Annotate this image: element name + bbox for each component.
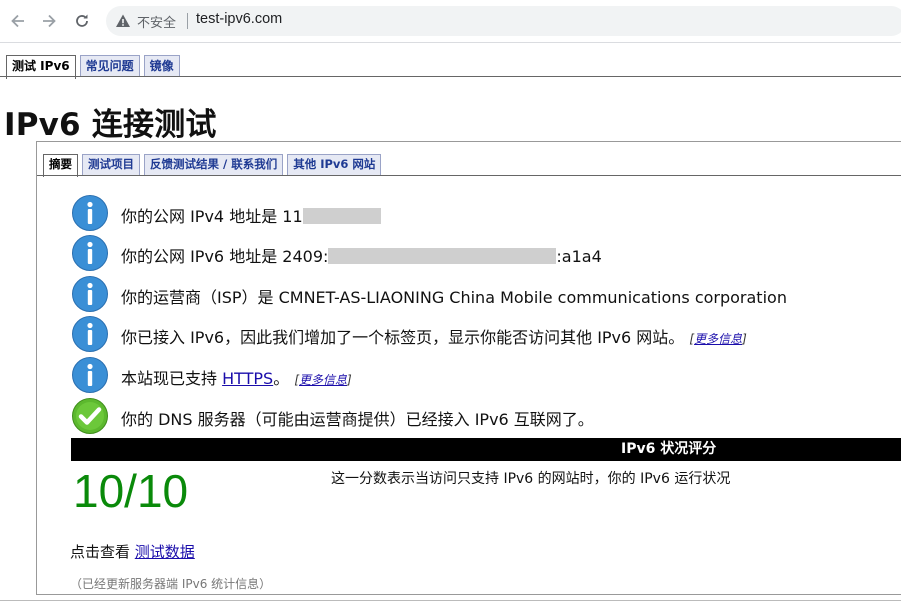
tab-feedback[interactable]: 反馈测试结果 / 联系我们 [144,154,284,175]
ipv6-text: 你的公网 IPv6 地址是 2409: :a1a4 [121,243,602,267]
test-data-link[interactable]: 测试数据 [135,543,195,561]
tab-other-sites[interactable]: 其他 IPv6 网站 [287,154,382,175]
info-icon [72,316,108,352]
ipv4-text: 你的公网 IPv4 地址是 11 [121,203,381,227]
ipv6-value-end: :a1a4 [556,247,602,266]
forward-button[interactable] [38,10,60,32]
test-data-row: 点击查看 测试数据 [70,541,195,562]
reload-icon [76,14,88,27]
reload-button[interactable] [71,10,93,32]
tab-mirrors[interactable]: 镜像 [143,55,180,77]
result-ipv6-tab: 你已接入 IPv6，因此我们增加了一个标签页，显示你能否访问其他 IPv6 网站… [71,315,901,355]
check-icon [72,398,108,434]
bracket: ] [347,373,352,387]
result-ipv4: 你的公网 IPv4 地址是 11 [71,194,901,234]
score-value: 10/10 [73,465,189,517]
result-ipv6: 你的公网 IPv6 地址是 2409: :a1a4 [71,234,901,274]
page-title: IPv6 连接测试 [4,107,217,143]
separator [187,13,188,29]
dns-text: 你的 DNS 服务器（可能由运营商提供）已经接入 IPv6 互联网了。 [121,410,594,429]
security-label[interactable]: 不安全 [137,12,176,31]
result-https: 本站现已支持 HTTPS。 [更多信息] [71,356,901,396]
more-info-link[interactable]: 更多信息 [299,373,347,387]
forward-arrow-icon [43,14,56,28]
results-panel: 摘要 测试项目 反馈测试结果 / 联系我们 其他 IPv6 网站 你的公网 IP… [36,141,901,595]
info-icon [72,357,108,393]
result-tabs: 摘要 测试项目 反馈测试结果 / 联系我们 其他 IPv6 网站 [43,154,382,177]
https-text: 本站现已支持 HTTPS。 [更多信息] [121,365,352,389]
https-link[interactable]: HTTPS [222,369,273,388]
back-button[interactable] [7,10,29,32]
score-header-label: IPv6 状况评分 [621,441,717,457]
isp-text: 你的运营商（ISP）是 CMNET-AS-LIAONING China Mobi… [121,288,787,307]
tab-added-message: 你已接入 IPv6，因此我们增加了一个标签页，显示你能否访问其他 IPv6 网站… [121,328,685,347]
info-icon [72,276,108,312]
redacted-block [328,248,557,264]
test-data-prefix: 点击查看 [70,543,135,561]
https-prefix: 本站现已支持 [121,369,223,388]
info-icon [72,195,108,231]
tab-added-text: 你已接入 IPv6，因此我们增加了一个标签页，显示你能否访问其他 IPv6 网站… [121,324,747,348]
bracket: ] [742,332,747,346]
more-info-link[interactable]: 更多信息 [694,332,742,346]
score-header: IPv6 状况评分 [71,438,901,461]
tab-summary[interactable]: 摘要 [43,154,78,177]
result-isp: 你的运营商（ISP）是 CMNET-AS-LIAONING China Mobi… [71,275,901,315]
ipv6-value-start: 2409: [282,247,329,266]
redacted-block [302,208,381,224]
tab-faq[interactable]: 常见问题 [79,55,140,77]
info-icon [72,235,108,271]
warning-icon[interactable] [115,13,131,29]
tab-tests-run[interactable]: 测试项目 [82,154,140,175]
address-bar[interactable]: 不安全 test-ipv6.com [106,6,901,36]
ipv4-label: 你的公网 IPv4 地址是 [121,207,283,226]
sub-tabs-divider [37,175,901,176]
footer-divider [0,600,901,601]
ipv4-value: 11 [282,207,303,226]
browser-toolbar: 不安全 test-ipv6.com [0,0,901,43]
tabs-divider [0,76,901,77]
back-arrow-icon [11,14,24,28]
stats-note: （已经更新服务器端 IPv6 统计信息） [70,577,272,591]
url-text[interactable]: test-ipv6.com [196,11,282,27]
ipv6-label: 你的公网 IPv6 地址是 [121,247,283,266]
https-suffix: 。 [273,369,290,388]
score-description: 这一分数表示当访问只支持 IPv6 的网站时，你的 IPv6 运行状况 [331,471,731,487]
site-nav-tabs: 测试 IPv6 常见问题 镜像 [6,55,180,79]
result-dns: 你的 DNS 服务器（可能由运营商提供）已经接入 IPv6 互联网了。 [71,397,901,437]
